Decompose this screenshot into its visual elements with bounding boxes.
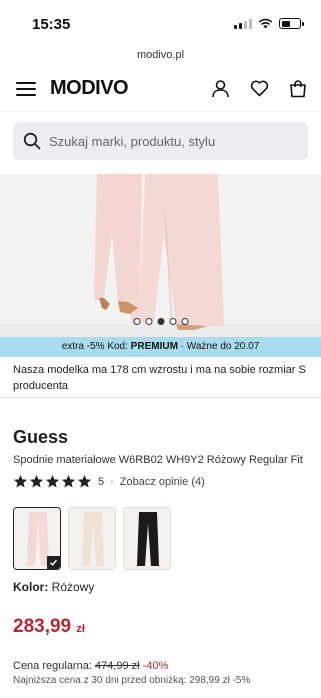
product-name: Spodnie materiałowe W6RB02 WH9Y2 Różowy … bbox=[13, 454, 303, 466]
model-size-info: Nasza modelka ma 178 cm wzrostu i ma na … bbox=[0, 357, 321, 398]
star-icon bbox=[29, 474, 44, 488]
product-image-gallery[interactable] bbox=[0, 174, 321, 337]
cellular-signal-icon bbox=[234, 18, 252, 29]
color-label: Kolor: bbox=[13, 580, 49, 594]
star-icon bbox=[13, 474, 28, 488]
gallery-dot[interactable] bbox=[145, 318, 152, 325]
regular-price-row: Cena regularna: 474,99 zł -40% bbox=[0, 660, 321, 672]
selected-check-icon bbox=[47, 556, 60, 569]
color-value: Różowy bbox=[51, 580, 95, 594]
promo-code: PREMIUM bbox=[130, 341, 178, 352]
search-input[interactable] bbox=[49, 133, 298, 149]
star-icon bbox=[77, 474, 92, 488]
status-time: 15:35 bbox=[32, 16, 71, 33]
status-icons bbox=[234, 18, 304, 29]
search-icon bbox=[23, 132, 41, 150]
discount-percent: -40% bbox=[142, 660, 169, 672]
menu-button[interactable] bbox=[16, 81, 36, 96]
wifi-icon bbox=[258, 18, 273, 29]
cart-bag-icon[interactable] bbox=[289, 79, 307, 98]
gallery-dot-active[interactable] bbox=[157, 318, 164, 325]
gallery-dot[interactable] bbox=[169, 318, 176, 325]
promo-suffix: · Ważne do 20.07 bbox=[177, 341, 260, 352]
color-label-row: Kolor: Różowy bbox=[0, 580, 321, 594]
promo-banner[interactable]: extra -5% Kod: PREMIUM · Ważne do 20.07 bbox=[0, 337, 321, 357]
site-logo[interactable]: MODIVO bbox=[50, 77, 129, 100]
regular-price-label: Cena regularna: bbox=[13, 660, 92, 672]
color-variant-czarny[interactable] bbox=[123, 507, 171, 570]
gallery-dot[interactable] bbox=[181, 318, 188, 325]
star-icon bbox=[45, 474, 60, 488]
gallery-dot[interactable] bbox=[133, 318, 140, 325]
rating-value: 5 bbox=[98, 475, 105, 488]
color-variants bbox=[0, 507, 321, 570]
account-icon[interactable] bbox=[211, 79, 230, 98]
lowest-price-info: Najniższa cena z 30 dni przed obniżką: 2… bbox=[13, 675, 251, 685]
promo-prefix: extra -5% Kod: bbox=[61, 341, 131, 352]
product-brand[interactable]: Guess bbox=[0, 427, 321, 448]
price-amount: 283,99 bbox=[13, 616, 72, 637]
rating-separator: · bbox=[110, 475, 114, 488]
current-price: 283,99 zł bbox=[0, 616, 321, 638]
reviews-link[interactable]: Zobacz opinie (4) bbox=[120, 476, 205, 488]
header-actions bbox=[211, 79, 307, 98]
gallery-pagination bbox=[133, 318, 188, 325]
color-variant-rozowy[interactable] bbox=[13, 507, 61, 570]
rating-row: 5 · Zobacz opinie (4) bbox=[0, 474, 321, 489]
battery-icon bbox=[279, 18, 304, 29]
color-variant-bezowy[interactable] bbox=[68, 507, 116, 570]
beige-pants-thumbnail bbox=[69, 508, 115, 569]
url-bar[interactable]: modivo.pl bbox=[0, 44, 321, 66]
wishlist-heart-icon[interactable] bbox=[250, 80, 269, 97]
site-header: MODIVO bbox=[0, 66, 321, 112]
rating-stars bbox=[13, 474, 92, 489]
price-currency: zł bbox=[76, 623, 85, 635]
black-pants-thumbnail bbox=[124, 508, 170, 569]
status-bar: 15:35 bbox=[0, 0, 321, 44]
regular-price-value: 474,99 zł bbox=[94, 660, 140, 672]
star-icon bbox=[61, 474, 76, 488]
product-photo bbox=[0, 174, 321, 337]
search-section bbox=[0, 112, 321, 170]
search-bar[interactable] bbox=[13, 122, 308, 160]
